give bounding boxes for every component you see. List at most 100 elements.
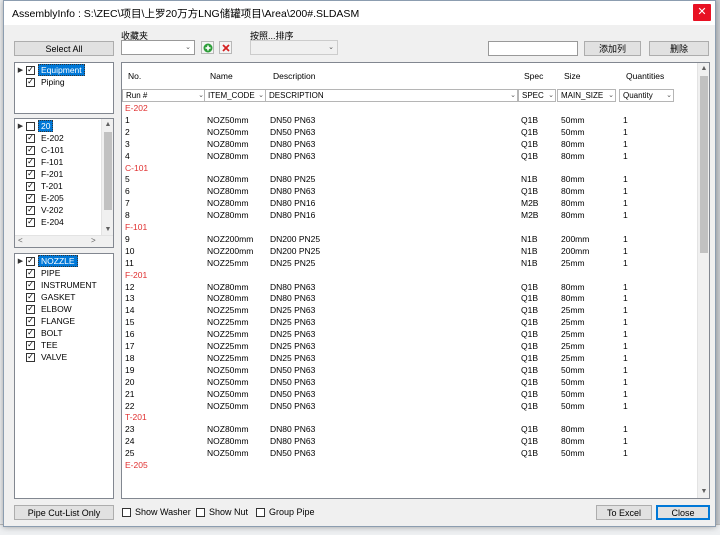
tree-checkbox[interactable]: ✓: [26, 65, 35, 75]
table-row[interactable]: 17 NOZ25mm DN25 PN63 Q1B 25mm 1: [122, 341, 698, 353]
tree-checkbox[interactable]: ✓: [26, 280, 35, 290]
tree-checkbox[interactable]: ✓: [26, 304, 35, 314]
expand-arrow-icon[interactable]: ▶: [15, 122, 26, 130]
group-header-row[interactable]: C-101: [122, 163, 698, 175]
select-all-button[interactable]: Select All: [14, 41, 114, 56]
tree-item[interactable]: ✓ E-204: [15, 216, 101, 228]
table-row[interactable]: 18 NOZ25mm DN25 PN63 Q1B 25mm 1: [122, 353, 698, 365]
show-washer-checkbox[interactable]: Show Washer: [122, 507, 191, 517]
tree-checkbox[interactable]: ✓: [26, 181, 35, 191]
table-row[interactable]: 14 NOZ25mm DN25 PN63 Q1B 25mm 1: [122, 305, 698, 317]
tree-item[interactable]: ✓ V-202: [15, 204, 101, 216]
checkbox-box[interactable]: [196, 507, 205, 517]
tree-item[interactable]: ✓ ELBOW: [15, 303, 111, 315]
grid-scrollbar[interactable]: ▲ ▼: [697, 63, 709, 498]
table-row[interactable]: 4 NOZ80mm DN80 PN63 Q1B 80mm 1: [122, 151, 698, 163]
tree-item[interactable]: ✓ F-201: [15, 168, 101, 180]
table-row[interactable]: 9 NOZ200mm DN200 PN25 N1B 200mm 1: [122, 234, 698, 246]
column-header[interactable]: Spec: [524, 71, 543, 81]
group-header-row[interactable]: F-201: [122, 270, 698, 282]
tree-checkbox[interactable]: ✓: [26, 193, 35, 203]
to-excel-button[interactable]: To Excel: [596, 505, 652, 520]
tree-checkbox[interactable]: ✓: [26, 268, 35, 278]
column-header[interactable]: Quantities: [626, 71, 664, 81]
scroll-up-icon[interactable]: ▲: [102, 119, 113, 131]
table-row[interactable]: 3 NOZ80mm DN80 PN63 Q1B 80mm 1: [122, 139, 698, 151]
favorites-combo[interactable]: ⌄: [121, 40, 195, 55]
column-filter-dropdown[interactable]: Quantity ⌄: [619, 89, 674, 102]
table-row[interactable]: 20 NOZ50mm DN50 PN63 Q1B 50mm 1: [122, 377, 698, 389]
tree-checkbox[interactable]: ✓: [26, 292, 35, 302]
column-header[interactable]: Size: [564, 71, 581, 81]
tree-item[interactable]: ✓ GASKET: [15, 291, 111, 303]
checkbox-box[interactable]: [122, 507, 131, 517]
tree-checkbox[interactable]: ✓: [26, 352, 35, 362]
tree-checkbox[interactable]: ✓: [26, 169, 35, 179]
scroll-down-icon[interactable]: ▼: [698, 486, 709, 498]
tree-item[interactable]: ▶ ✓ Equipment: [15, 64, 113, 76]
scroll-thumb[interactable]: [104, 132, 112, 210]
table-row[interactable]: 23 NOZ80mm DN80 PN63 Q1B 80mm 1: [122, 424, 698, 436]
close-button[interactable]: Close: [656, 505, 710, 520]
tree-item[interactable]: ✓ INSTRUMENT: [15, 279, 111, 291]
scroll-right-icon[interactable]: >: [91, 236, 96, 245]
table-row[interactable]: 16 NOZ25mm DN25 PN63 Q1B 25mm 1: [122, 329, 698, 341]
scroll-up-icon[interactable]: ▲: [698, 63, 709, 75]
tree-item[interactable]: ✓ Piping: [15, 76, 113, 88]
tree-item[interactable]: ✓ PIPE: [15, 267, 111, 279]
table-row[interactable]: 12 NOZ80mm DN80 PN63 Q1B 80mm 1: [122, 282, 698, 294]
column-filter-dropdown[interactable]: ITEM_CODE ⌄: [204, 89, 266, 102]
table-row[interactable]: 2 NOZ50mm DN50 PN63 Q1B 50mm 1: [122, 127, 698, 139]
table-row[interactable]: 25 NOZ50mm DN50 PN63 Q1B 50mm 1: [122, 448, 698, 460]
tree-item[interactable]: ✓ TEE: [15, 339, 111, 351]
table-row[interactable]: 7 NOZ80mm DN80 PN16 M2B 80mm 1: [122, 198, 698, 210]
assembly-grid[interactable]: No. Name Description Spec Size Quantities Run…: [121, 62, 710, 499]
tree-item[interactable]: ✓ E-202: [15, 132, 101, 144]
table-row[interactable]: 6 NOZ80mm DN80 PN63 Q1B 80mm 1: [122, 186, 698, 198]
delete-column-button[interactable]: 删除: [649, 41, 709, 56]
column-header[interactable]: Description: [273, 71, 316, 81]
tree-checkbox[interactable]: [26, 121, 35, 131]
tree-checkbox[interactable]: ✓: [26, 133, 35, 143]
tree-checkbox[interactable]: ✓: [26, 316, 35, 326]
category-tree[interactable]: ▶ ✓ Equipment ✓ Piping: [14, 62, 114, 114]
tree-checkbox[interactable]: ✓: [26, 340, 35, 350]
equipment-tree-scrollbar[interactable]: ▲ ▼: [101, 119, 113, 236]
sort-combo[interactable]: ⌄: [250, 40, 338, 55]
equipment-tree-hscrollbar[interactable]: < >: [15, 235, 113, 247]
tree-item[interactable]: ✓ VALVE: [15, 351, 111, 363]
tree-item[interactable]: ✓ F-101: [15, 156, 101, 168]
group-header-row[interactable]: T-201: [122, 412, 698, 424]
tree-item[interactable]: ✓ C-101: [15, 144, 101, 156]
pipe-cut-list-button[interactable]: Pipe Cut-List Only: [14, 505, 114, 520]
column-header[interactable]: No.: [128, 71, 141, 81]
tree-checkbox[interactable]: ✓: [26, 217, 35, 227]
table-row[interactable]: 5 NOZ80mm DN80 PN25 N1B 80mm 1: [122, 174, 698, 186]
group-pipe-checkbox[interactable]: Group Pipe: [256, 507, 315, 517]
close-icon[interactable]: ✕: [693, 4, 711, 21]
table-row[interactable]: 13 NOZ80mm DN80 PN63 Q1B 80mm 1: [122, 293, 698, 305]
show-nut-checkbox[interactable]: Show Nut: [196, 507, 248, 517]
column-filter-dropdown[interactable]: DESCRIPTION ⌄: [265, 89, 518, 102]
remove-favorite-button[interactable]: [219, 41, 232, 54]
group-header-row[interactable]: E-202: [122, 103, 698, 115]
table-row[interactable]: 22 NOZ50mm DN50 PN63 Q1B 50mm 1: [122, 401, 698, 413]
table-row[interactable]: 1 NOZ50mm DN50 PN63 Q1B 50mm 1: [122, 115, 698, 127]
table-row[interactable]: 10 NOZ200mm DN200 PN25 N1B 200mm 1: [122, 246, 698, 258]
column-filter-dropdown[interactable]: MAIN_SIZE ⌄: [557, 89, 616, 102]
group-header-row[interactable]: F-101: [122, 222, 698, 234]
scroll-left-icon[interactable]: <: [18, 236, 23, 245]
expand-arrow-icon[interactable]: ▶: [15, 66, 26, 74]
tree-checkbox[interactable]: ✓: [26, 157, 35, 167]
tree-checkbox[interactable]: ✓: [26, 205, 35, 215]
column-name-input[interactable]: [488, 41, 578, 56]
column-filter-dropdown[interactable]: SPEC ⌄: [518, 89, 556, 102]
column-header[interactable]: Name: [210, 71, 233, 81]
tree-checkbox[interactable]: ✓: [26, 328, 35, 338]
tree-checkbox[interactable]: ✓: [26, 77, 35, 87]
table-row[interactable]: 8 NOZ80mm DN80 PN16 M2B 80mm 1: [122, 210, 698, 222]
tree-item[interactable]: ✓ BOLT: [15, 327, 111, 339]
tree-item[interactable]: ▶ 20: [15, 120, 101, 132]
add-favorite-button[interactable]: [201, 41, 214, 54]
expand-arrow-icon[interactable]: ▶: [15, 257, 26, 265]
